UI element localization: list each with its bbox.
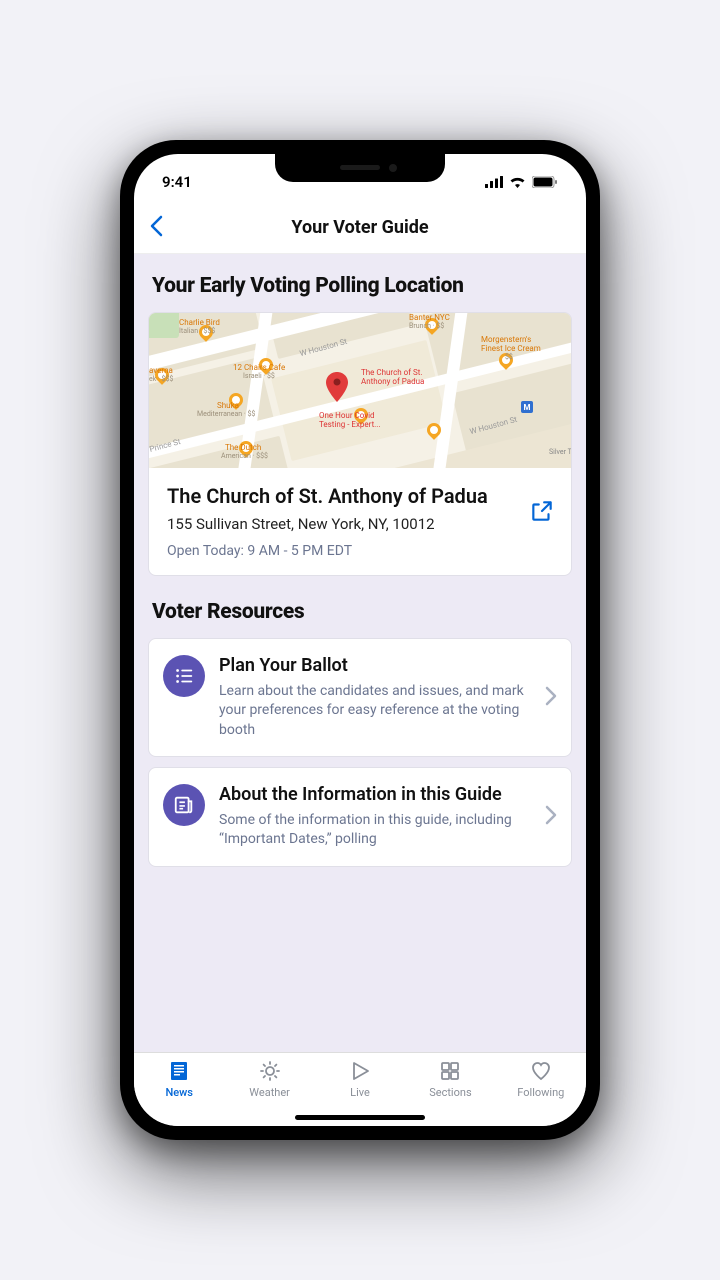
poi-label: Banter NYC: [409, 313, 450, 322]
list-icon: [163, 655, 205, 697]
map-view[interactable]: Charlie Bird Italian · $$$ 12 Chairs Caf…: [149, 313, 571, 468]
poi-label: 12 Chairs Cafe: [233, 363, 285, 372]
map-center-label: The Church of St. Anthony of Padua: [361, 368, 424, 386]
wifi-icon: [509, 176, 526, 188]
resource-body: About the Information in this Guide Some…: [219, 784, 531, 850]
page-title: Your Voter Guide: [176, 217, 572, 238]
tab-news[interactable]: News: [134, 1059, 224, 1126]
resource-title: About the Information in this Guide: [219, 784, 531, 807]
news-tab-icon: [167, 1059, 191, 1083]
external-link-button[interactable]: [529, 498, 555, 528]
resource-about-guide[interactable]: About the Information in this Guide Some…: [148, 767, 572, 867]
back-button[interactable]: [148, 215, 176, 241]
notch: [275, 154, 445, 182]
home-indicator[interactable]: [295, 1115, 425, 1120]
tab-label: Following: [517, 1086, 564, 1099]
poi-label: Charlie Bird: [179, 318, 220, 327]
poi-label: Silver Towe: [549, 448, 571, 456]
tab-label: Sections: [429, 1086, 471, 1099]
chevron-right-icon: [545, 805, 557, 829]
poi-label: averna: [149, 366, 173, 375]
chevron-left-icon: [148, 215, 164, 237]
tab-following[interactable]: Following: [496, 1059, 586, 1126]
poi-sub: Mediterranean · $$: [197, 410, 255, 418]
resource-plan-ballot[interactable]: Plan Your Ballot Learn about the candida…: [148, 638, 572, 757]
map-pin-icon: [326, 372, 348, 402]
live-tab-icon: [348, 1059, 372, 1083]
location-hours: Open Today: 9 AM - 5 PM EDT: [167, 543, 553, 559]
resource-body: Plan Your Ballot Learn about the candida…: [219, 655, 531, 740]
poi-label: Morgenstern's Finest Ice Cream: [481, 335, 541, 353]
poi-label: One Hour Covid Testing - Expert...: [319, 411, 381, 429]
status-indicators: [485, 176, 558, 188]
resource-title: Plan Your Ballot: [219, 655, 531, 678]
location-address: 155 Sullivan Street, New York, NY, 10012: [167, 515, 553, 533]
battery-icon: [532, 176, 558, 188]
resource-desc: Learn about the candidates and issues, a…: [219, 682, 531, 741]
poi-sub: ek · $$$: [149, 375, 173, 383]
chevron-right-icon: [545, 686, 557, 710]
tab-label: Weather: [249, 1086, 290, 1099]
tab-label: News: [165, 1086, 193, 1099]
poi-sub: Brunch · $$: [409, 322, 444, 330]
sections-tab-icon: [438, 1059, 462, 1083]
location-info: The Church of St. Anthony of Padua 155 S…: [149, 468, 571, 575]
poi-label: Shuka: [217, 401, 239, 410]
nav-bar: Your Voter Guide: [134, 202, 586, 254]
polling-heading: Your Early Voting Polling Location: [152, 274, 568, 298]
status-time: 9:41: [162, 173, 192, 191]
screen: 9:41 Your Voter Guide Your Early Voting …: [134, 154, 586, 1126]
poi-sub: Israeli · $$: [243, 372, 275, 380]
polling-location-card[interactable]: Charlie Bird Italian · $$$ 12 Chairs Caf…: [148, 312, 572, 576]
news-icon: [163, 784, 205, 826]
following-tab-icon: [529, 1059, 553, 1083]
weather-tab-icon: [258, 1059, 282, 1083]
cellular-icon: [485, 176, 503, 188]
metro-icon: M: [521, 401, 533, 413]
poi-sub: American · $$$: [221, 452, 268, 460]
resources-heading: Voter Resources: [152, 600, 568, 624]
poi-label: The Dutch: [225, 443, 261, 452]
poi-sub: Italian · $$$: [179, 327, 215, 335]
location-name: The Church of St. Anthony of Padua: [167, 484, 553, 509]
external-link-icon: [529, 498, 555, 524]
resource-desc: Some of the information in this guide, i…: [219, 811, 531, 850]
content-area[interactable]: Your Early Voting Polling Location: [134, 254, 586, 1052]
poi-sub: $$: [505, 353, 513, 361]
tab-label: Live: [350, 1086, 370, 1099]
phone-frame: 9:41 Your Voter Guide Your Early Voting …: [120, 140, 600, 1140]
